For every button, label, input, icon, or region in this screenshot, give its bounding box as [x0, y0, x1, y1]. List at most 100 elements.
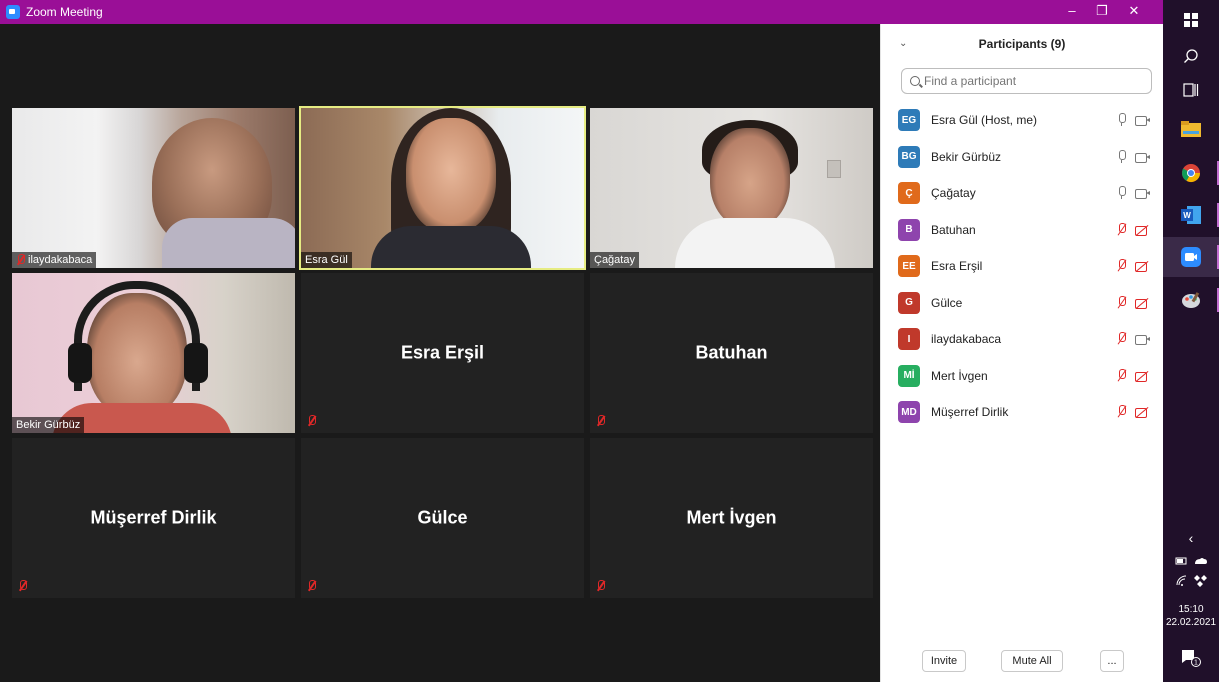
participant-row[interactable]: EE Esra Erşil — [881, 248, 1164, 285]
more-options-button[interactable]: ... — [1100, 650, 1124, 672]
participant-avatar: B — [898, 218, 920, 241]
video-tile-cagatay[interactable]: Çağatay — [590, 108, 873, 268]
clock-time[interactable]: 15:10 — [1163, 604, 1219, 616]
show-hidden-icons-chevron[interactable]: ‹ — [1163, 528, 1219, 548]
mic-muted-icon — [307, 415, 316, 427]
participant-avatar: BG — [898, 145, 920, 168]
video-tile-bekir-gurbuz[interactable]: Bekir Gürbüz — [12, 273, 295, 433]
participant-name: ilaydakabaca — [28, 254, 93, 266]
camera-off-icon[interactable] — [1135, 297, 1151, 309]
close-button[interactable]: ✕ — [1114, 0, 1154, 24]
camera-off-icon[interactable] — [1135, 260, 1151, 272]
participant-row[interactable]: BG Bekir Gürbüz — [881, 139, 1164, 176]
participant-row[interactable]: Mİ Mert İvgen — [881, 358, 1164, 395]
participant-name: Bekir Gürbüz — [931, 149, 1002, 164]
participant-avatar: EE — [898, 255, 920, 278]
mic-muted-icon — [596, 415, 605, 427]
participant-name: Batuhan — [695, 342, 768, 363]
participant-avatar: I — [898, 328, 920, 351]
camera-off-icon[interactable] — [1135, 406, 1151, 418]
participant-name: Mert İvgen — [686, 507, 777, 528]
panel-header: ⌄ Participants (9) — [881, 24, 1163, 64]
paint-icon[interactable] — [1163, 282, 1219, 318]
video-tile-esra-ersil[interactable]: Esra Erşil — [301, 273, 584, 433]
panel-footer: Invite Mute All ... — [881, 642, 1164, 682]
name-tag: Çağatay — [590, 252, 639, 268]
participant-avatar: EG — [898, 109, 920, 132]
participant-video — [12, 273, 295, 433]
chrome-icon[interactable] — [1163, 156, 1219, 190]
participant-row[interactable]: B Batuhan — [881, 212, 1164, 249]
notification-count: 1 — [1194, 660, 1198, 667]
windows-start-icon[interactable] — [1163, 6, 1219, 34]
participant-name: Esra Erşil — [931, 259, 983, 274]
participant-row[interactable]: G Gülce — [881, 285, 1164, 322]
participant-search[interactable] — [901, 68, 1152, 94]
camera-on-icon[interactable] — [1135, 187, 1151, 199]
search-icon — [910, 76, 920, 86]
word-icon[interactable]: W — [1163, 198, 1219, 232]
zoom-window: Zoom Meeting – ❐ ✕ ilaydakabaca Esra Gül… — [0, 0, 1163, 682]
invite-button[interactable]: Invite — [922, 650, 966, 672]
camera-on-icon[interactable] — [1135, 333, 1151, 345]
mic-on-icon[interactable] — [1116, 113, 1128, 127]
participant-name: Müşerref Dirlik — [931, 405, 1009, 420]
name-tag: Esra Gül — [301, 252, 352, 268]
video-tile-batuhan[interactable]: Batuhan — [590, 273, 873, 433]
video-grid: ilaydakabaca Esra Gül Çağatay Bekir Gürb… — [8, 24, 880, 682]
mic-on-icon[interactable] — [1116, 186, 1128, 200]
participant-name: Çağatay — [931, 186, 976, 201]
search-input[interactable] — [924, 74, 1144, 88]
notification-center-icon[interactable]: 1 — [1163, 646, 1219, 670]
mic-muted-icon[interactable] — [1116, 222, 1128, 237]
search-icon[interactable] — [1163, 42, 1219, 70]
name-tag: ilaydakabaca — [12, 252, 97, 268]
participant-video — [590, 108, 873, 268]
participant-row[interactable]: EG Esra Gül (Host, me) — [881, 102, 1164, 139]
camera-on-icon[interactable] — [1135, 151, 1151, 163]
video-tile-ilaydakabaca[interactable]: ilaydakabaca — [12, 108, 295, 268]
participant-name: Bekir Gürbüz — [16, 419, 81, 431]
mic-muted-icon — [596, 580, 605, 592]
svg-text:W: W — [1183, 211, 1191, 220]
participant-name: Esra Erşil — [400, 342, 485, 363]
participant-avatar: Mİ — [898, 364, 920, 387]
video-tile-muserref-dirlik[interactable]: Müşerref Dirlik — [12, 438, 295, 598]
window-title: Zoom Meeting — [26, 5, 103, 19]
participant-name: Gülce — [931, 295, 963, 310]
participant-name: Mert İvgen — [931, 368, 988, 383]
video-tile-esra-gul[interactable]: Esra Gül — [299, 106, 586, 270]
video-tile-mert-ivgen[interactable]: Mert İvgen — [590, 438, 873, 598]
mic-muted-icon[interactable] — [1116, 295, 1128, 310]
system-tray-row-1 — [1163, 554, 1219, 568]
mute-all-button[interactable]: Mute All — [1001, 650, 1063, 672]
mic-muted-icon[interactable] — [1116, 405, 1128, 419]
participant-row[interactable]: Iilaydakabaca — [881, 321, 1164, 358]
file-explorer-icon[interactable] — [1163, 114, 1219, 144]
system-tray-row-2 — [1163, 572, 1219, 588]
participant-name: Esra Gül (Host, me) — [931, 113, 1038, 128]
zoom-icon[interactable] — [1163, 237, 1219, 277]
participants-panel: ⌄ Participants (9) EG Esra Gül (Host, me)… — [880, 24, 1163, 682]
mic-muted-icon[interactable] — [1116, 332, 1128, 346]
camera-off-icon[interactable] — [1135, 370, 1151, 382]
mic-on-icon[interactable] — [1116, 149, 1128, 164]
participant-name: Esra Gül — [305, 254, 348, 266]
participant-video — [301, 108, 584, 268]
mic-muted-icon[interactable] — [1116, 259, 1128, 273]
participant-avatar: G — [898, 291, 920, 314]
camera-off-icon[interactable] — [1135, 224, 1151, 236]
participant-name: ilaydakabaca — [931, 332, 1002, 347]
participant-name: Çağatay — [594, 254, 635, 266]
participant-list: EG Esra Gül (Host, me) BG Bekir Gürbüz Ç Çağa… — [881, 102, 1164, 431]
participant-row[interactable]: MD Müşerref Dirlik — [881, 394, 1164, 431]
task-view-icon[interactable] — [1163, 76, 1219, 104]
video-tile-gulce[interactable]: Gülce — [301, 438, 584, 598]
title-bar[interactable]: Zoom Meeting – ❐ ✕ — [0, 0, 1163, 24]
clock-date[interactable]: 22.02.2021 — [1163, 617, 1219, 629]
mic-muted-icon[interactable] — [1116, 368, 1128, 383]
participant-avatar: MD — [898, 401, 920, 424]
participant-row[interactable]: Ç Çağatay — [881, 175, 1164, 212]
camera-on-icon[interactable] — [1135, 114, 1151, 126]
collapse-chevron-icon[interactable]: ⌄ — [899, 38, 907, 49]
